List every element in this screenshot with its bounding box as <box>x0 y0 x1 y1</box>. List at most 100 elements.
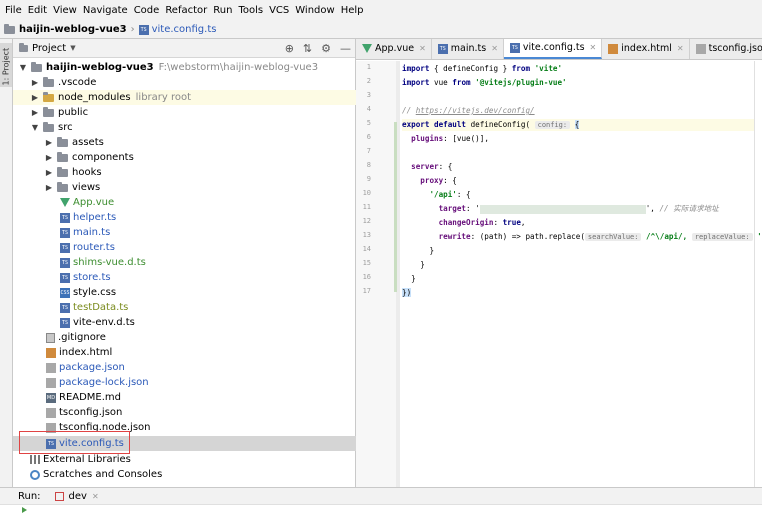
line-number: 9 <box>366 175 371 183</box>
line-number: 12 <box>362 217 371 225</box>
tree-item-hooks[interactable]: ▶ hooks <box>13 165 356 180</box>
chevron-right-icon[interactable]: ▶ <box>44 153 54 162</box>
run-panel-header: Run: dev ✕ <box>0 487 762 504</box>
menu-navigate[interactable]: Navigate <box>81 5 132 16</box>
tree-item-vite-env[interactable]: TS vite-env.d.ts <box>13 315 356 330</box>
tree-item-package-lock[interactable]: package-lock.json <box>13 375 356 390</box>
menu-tools[interactable]: Tools <box>236 5 267 16</box>
tree-item-index-html[interactable]: index.html <box>13 345 356 360</box>
breadcrumb-file[interactable]: vite.config.ts <box>152 24 217 35</box>
locate-file-icon[interactable]: ⊕ <box>285 42 294 55</box>
tree-root[interactable]: ▼ haijin-weblog-vue3 F:\webstorm\haijin-… <box>13 60 356 75</box>
tree-item-store-ts[interactable]: TS store.ts <box>13 270 356 285</box>
chevron-right-icon[interactable]: ▶ <box>30 78 40 87</box>
menu-help[interactable]: Help <box>339 5 368 16</box>
run-console <box>0 504 762 514</box>
run-tab-dev[interactable]: dev ✕ <box>54 490 99 502</box>
menu-window[interactable]: Window <box>293 5 338 16</box>
menu-run[interactable]: Run <box>211 5 236 16</box>
tab-main-ts[interactable]: TS main.ts ✕ <box>432 39 504 59</box>
tree-item-gitignore[interactable]: .gitignore <box>13 330 356 345</box>
tree-item-label: package-lock.json <box>59 377 149 388</box>
tree-item-src[interactable]: ▼ src <box>13 120 356 135</box>
tree-item-tsconfig[interactable]: tsconfig.json <box>13 405 356 420</box>
chevron-right-icon[interactable]: ▶ <box>30 108 40 117</box>
code-line[interactable]: proxy: { <box>402 175 457 187</box>
chevron-right-icon[interactable]: ▶ <box>44 183 54 192</box>
code-line[interactable]: '/api': { <box>402 189 470 201</box>
tab-app-vue[interactable]: App.vue ✕ <box>356 39 432 59</box>
folder-icon <box>4 23 15 34</box>
close-icon[interactable]: ✕ <box>677 44 684 53</box>
menu-refactor[interactable]: Refactor <box>163 5 211 16</box>
close-icon[interactable]: ✕ <box>590 43 597 52</box>
tree-item-app-vue[interactable]: App.vue <box>13 195 356 210</box>
tree-item-node-modules[interactable]: ▶ node_modules library root <box>13 90 356 105</box>
code-line[interactable]: plugins: [vue()], <box>402 133 489 145</box>
project-tool-tab-label: 1: Project <box>1 47 11 86</box>
tree-item-vscode[interactable]: ▶ .vscode <box>13 75 356 90</box>
code-line[interactable]: } <box>402 273 416 285</box>
tree-item-router-ts[interactable]: TS router.ts <box>13 240 356 255</box>
tree-item-helper-ts[interactable]: TS helper.ts <box>13 210 356 225</box>
ts-file-icon: TS <box>60 242 70 253</box>
chevron-down-icon[interactable]: ▼ <box>70 44 75 52</box>
code-line[interactable]: import { defineConfig } from 'vite' <box>402 63 562 75</box>
tree-item-main-ts[interactable]: TS main.ts <box>13 225 356 240</box>
project-tool-tab[interactable]: 1: Project <box>0 43 12 87</box>
close-icon[interactable]: ✕ <box>419 44 426 53</box>
run-config-label: dev <box>68 490 87 502</box>
run-label: Run: <box>18 490 41 502</box>
tree-item-style-css[interactable]: CSS style.css <box>13 285 356 300</box>
project-view-selector[interactable]: Project <box>32 43 66 54</box>
close-icon[interactable]: ✕ <box>491 44 498 53</box>
tree-item-readme[interactable]: MD README.md <box>13 390 356 405</box>
code-line[interactable]: import vue from '@vitejs/plugin-vue' <box>402 77 567 89</box>
menu-edit[interactable]: Edit <box>26 5 51 16</box>
chevron-right-icon[interactable]: ▶ <box>30 93 40 102</box>
tree-item-views[interactable]: ▶ views <box>13 180 356 195</box>
chevron-right-icon[interactable]: ▶ <box>44 168 54 177</box>
menu-view[interactable]: View <box>51 5 81 16</box>
ts-file-icon: TS <box>60 272 70 283</box>
breadcrumb-project[interactable]: haijin-weblog-vue3 <box>19 24 127 35</box>
tree-item-components[interactable]: ▶ components <box>13 150 356 165</box>
code-line[interactable]: }) <box>402 287 412 299</box>
tree-item-testdata-ts[interactable]: TS testData.ts <box>13 300 356 315</box>
tab-index-html[interactable]: index.html ✕ <box>602 39 690 59</box>
line-number: 16 <box>362 273 371 281</box>
tab-vite-config[interactable]: TS vite.config.ts ✕ <box>503 39 603 59</box>
config-docs-link[interactable]: https://vitejs.dev/config/ <box>416 106 535 115</box>
close-icon[interactable]: ✕ <box>92 492 99 501</box>
menu-vcs[interactable]: VCS <box>267 5 293 16</box>
menu-file[interactable]: File <box>3 5 26 16</box>
code-line[interactable]: server: { <box>402 161 452 173</box>
menu-code[interactable]: Code <box>132 5 164 16</box>
code-line[interactable]: target: ' ', // 实际请求地址 <box>402 203 719 215</box>
line-number: 10 <box>362 189 371 197</box>
gear-icon[interactable]: ⚙ <box>321 42 331 55</box>
code-line[interactable]: changeOrigin: true, <box>402 217 526 229</box>
tree-item-package-json[interactable]: package.json <box>13 360 356 375</box>
tree-item-shims-vue[interactable]: TS shims-vue.d.ts <box>13 255 356 270</box>
chevron-down-icon[interactable]: ▼ <box>30 123 40 132</box>
code-line[interactable]: } <box>402 259 425 271</box>
tab-tsconfig[interactable]: tsconfig.json ✕ <box>690 39 762 59</box>
tab-label: index.html <box>621 43 672 54</box>
highlight-annotation <box>19 431 130 454</box>
code-line[interactable]: } <box>402 245 434 257</box>
tree-item-assets[interactable]: ▶ assets <box>13 135 356 150</box>
code-line[interactable]: // https://vitejs.dev/config/ <box>402 105 535 117</box>
tree-item-external-libraries[interactable]: External Libraries <box>13 452 356 467</box>
tree-item-public[interactable]: ▶ public <box>13 105 356 120</box>
ts-file-icon: TS <box>509 42 520 53</box>
chevron-right-icon[interactable]: ▶ <box>44 138 54 147</box>
expand-collapse-icon[interactable]: ⇅ <box>303 42 312 55</box>
code-line[interactable]: rewrite: (path) => path.replace(searchVa… <box>402 231 762 243</box>
tree-item-scratches[interactable]: Scratches and Consoles <box>13 467 356 482</box>
chevron-down-icon[interactable]: ▼ <box>18 63 28 72</box>
play-icon[interactable] <box>22 507 27 513</box>
hide-panel-icon[interactable]: — <box>340 42 351 55</box>
code-line-current[interactable]: export default defineConfig( config: { <box>402 119 754 131</box>
line-number-gutter: 1 2 3 4 5 6 7 8 9 10 11 12 13 14 15 16 1… <box>356 61 396 487</box>
